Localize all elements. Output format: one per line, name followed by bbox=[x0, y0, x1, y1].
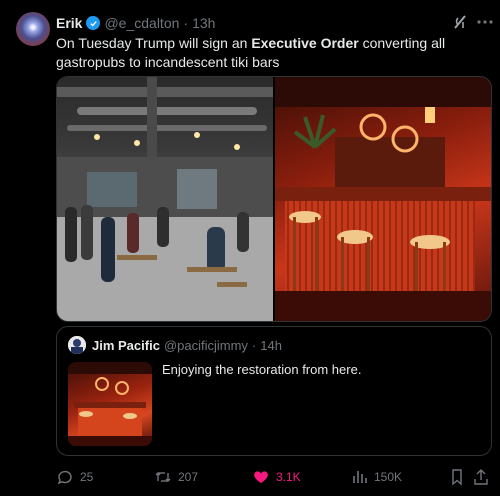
quote-time[interactable]: 14h bbox=[260, 338, 282, 353]
quote-handle[interactable]: @pacificjimmy bbox=[164, 338, 248, 353]
reply-button[interactable]: 25 bbox=[56, 466, 93, 488]
media-grid bbox=[56, 76, 492, 322]
author-handle[interactable]: @e_cdalton bbox=[104, 15, 179, 31]
avatar[interactable] bbox=[16, 12, 50, 46]
gastropub-photo[interactable] bbox=[57, 77, 273, 321]
views-button[interactable]: 150K bbox=[350, 466, 402, 488]
like-button[interactable]: 3.1K bbox=[252, 466, 301, 488]
quote-author-name[interactable]: Jim Pacific bbox=[92, 338, 160, 353]
views-icon bbox=[353, 471, 367, 483]
action-bar: 25 207 3.1K 150K bbox=[56, 466, 492, 488]
tiki-bar-photo[interactable] bbox=[275, 77, 491, 321]
repost-button[interactable]: 207 bbox=[154, 466, 198, 488]
post-text: On Tuesday Trump will sign an Executive … bbox=[56, 34, 486, 72]
more-options-icon[interactable] bbox=[476, 14, 494, 30]
repost-count: 207 bbox=[178, 470, 199, 484]
share-icon bbox=[474, 469, 488, 485]
reply-count: 25 bbox=[80, 470, 94, 484]
repost-icon bbox=[155, 472, 171, 482]
quote-avatar[interactable] bbox=[68, 336, 86, 354]
bookmark-button[interactable] bbox=[448, 466, 466, 488]
post-text-part-1: On Tuesday Trump will sign an bbox=[56, 35, 252, 51]
post-time[interactable]: 13h bbox=[192, 15, 215, 31]
quote-tiki-photo[interactable] bbox=[68, 362, 152, 446]
grok-icon[interactable] bbox=[452, 14, 468, 30]
reply-icon bbox=[57, 470, 72, 485]
verified-badge-icon bbox=[86, 16, 101, 30]
post-text-bold: Executive Order bbox=[251, 35, 359, 51]
bookmark-icon bbox=[452, 469, 462, 486]
post-header: Erik @e_cdalton · 13h bbox=[56, 14, 215, 32]
like-count: 3.1K bbox=[276, 470, 301, 484]
quote-time-separator: · bbox=[251, 338, 257, 353]
share-button[interactable] bbox=[472, 466, 490, 488]
quote-header: Jim Pacific @pacificjimmy · 14h bbox=[92, 338, 282, 353]
quote-text: Enjoying the restoration from here. bbox=[162, 362, 362, 377]
heart-icon bbox=[254, 471, 268, 483]
author-name[interactable]: Erik bbox=[56, 15, 82, 31]
views-count: 150K bbox=[374, 470, 403, 484]
time-separator: · bbox=[183, 15, 189, 31]
